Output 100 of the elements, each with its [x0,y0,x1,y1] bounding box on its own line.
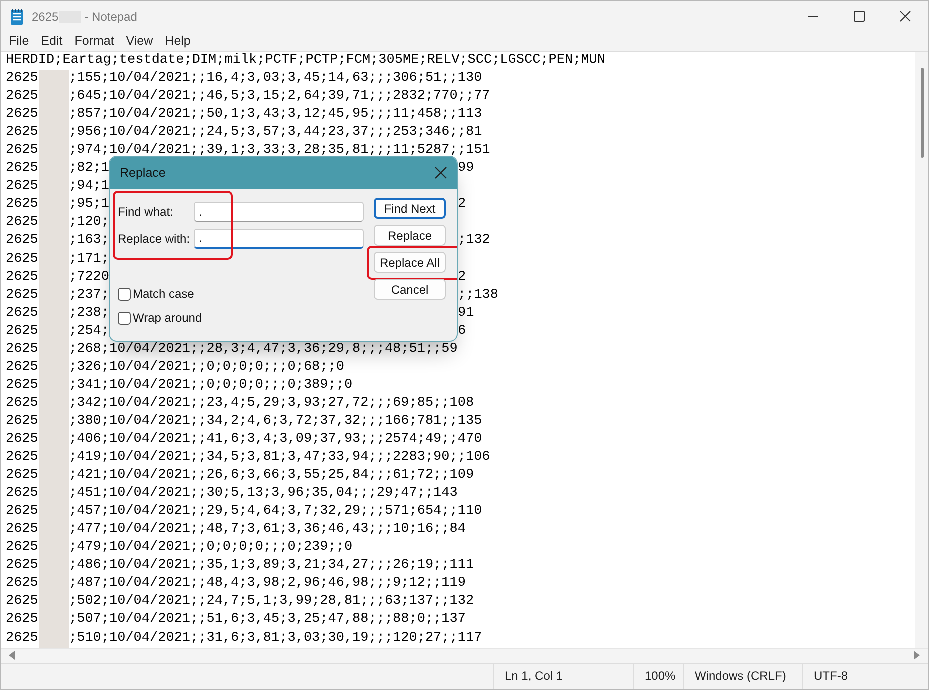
checkbox[interactable] [118,288,131,300]
checkbox[interactable] [118,312,131,324]
text-line: ;254; [69,322,110,341]
text-line: ;645;10/04/2021;;46,5;3,15;2,64;39,71;;;2832;770;;77 [69,88,490,106]
text-line: 2625 [6,376,39,395]
text-line: 2625 [6,611,39,630]
checkbox-label: Wrap around [133,311,202,325]
text-line: 2625 [6,503,39,522]
text-line: ;237; [69,286,110,305]
dialog-button[interactable]: Cancel [374,279,446,300]
text-line: 2625 [6,196,39,214]
text-line: 2625 [6,214,39,232]
text-line: 2625 [6,430,39,449]
text-line: ;7220 [69,268,110,287]
text-line: 2625 [6,160,39,178]
text-line: ;487;10/04/2021;;48,4;3,98;2,96;46,98;;;9;12;;119 [69,575,466,594]
text-line: ;479;10/04/2021;;0;0;0;0;;;0;239;;0 [69,539,353,558]
notepad-icon [10,8,24,26]
text-line: ;171; [69,250,110,269]
text-line: ;486;10/04/2021;;35,1;3,89;3,21;34,27;;;26;19;;111 [69,557,474,576]
text-line: 2625 [6,250,39,269]
menu-item[interactable]: Edit [35,32,69,51]
text-line: ;380;10/04/2021;;34,2;4,6;3,72;37,32;;;166;781;;135 [69,412,482,431]
text-line: ;94;1 [69,178,110,196]
text-line: ;95;1 [69,196,110,214]
status-item: 100% [633,664,683,689]
text-line: 2625 [6,521,39,540]
maximize-icon[interactable] [854,11,864,22]
menu-item[interactable]: View [120,32,160,51]
menu-item[interactable]: Format [68,32,120,51]
text-line: 2625 [6,124,39,142]
text-line: 2625 [6,286,39,305]
text-line: 2625 [6,630,39,648]
text-line: 2625 [6,106,39,124]
text-line: 2625 [6,178,39,196]
text-fragment: 6 [458,322,466,341]
dialog-title: Replace [120,166,166,180]
text-line: ;457;10/04/2021;;29,5;4,64;3,7;32,29;;;571;654;;110 [69,503,482,522]
field-label: Replace with: [118,232,192,246]
text-line: 2625 [6,557,39,576]
close-icon[interactable] [900,11,910,22]
menu-item[interactable]: File [3,32,36,51]
scroll-right-icon[interactable] [913,651,920,660]
text-line: 2625 [6,340,39,359]
status-item: Ln 1, Col 1 [493,664,633,689]
text-fragment: 2 [458,268,466,287]
text-line: ;163; [69,232,110,250]
text-line: ;451;10/04/2021;;30;5,13;3,96;35,04;;;29;47;;143 [69,485,458,504]
text-line: ;268;10/04/2021;;28,3;4,47;3,36;29,8;;;48;51;;59 [69,340,458,359]
scroll-left-icon[interactable] [9,651,16,660]
text-line: ;238; [69,304,110,323]
dialog-button[interactable]: Find Next [374,198,446,219]
dialog-button[interactable]: Replace [374,225,446,246]
text-line: HERDID;Eartag;testdate;DIM;milk;PCTF;PCTP;FCM;305ME;RELV;SCC;LGSCC;PEN;MUN [6,52,606,70]
text-line: 2625 [6,467,39,486]
text-line: ;120; [69,214,110,232]
text-line: ;341;10/04/2021;;0;0;0;0;;;0;389;;0 [69,376,353,395]
window-title: - Notepad [84,10,138,24]
text-line: 2625 [6,593,39,612]
status-item: Windows (CRLF) [683,664,802,689]
text-line: ;342;10/04/2021;;23,4;5,29;3,93;27,72;;;69;85;;108 [69,394,474,413]
text-line: ;507;10/04/2021;;51,6;3,45;3,25;47,88;;;88;0;;137 [69,611,466,630]
text-line: 2625 [6,412,39,431]
text-fragment: 2 [458,196,466,214]
text-line: ;857;10/04/2021;;50,1;3,43;3,12;45,95;;;11;458;;113 [69,106,482,124]
text-line: 2625 [6,304,39,323]
text-line: ;956;10/04/2021;;24,5;3,57;3,44;23,37;;;253;346;;81 [69,124,482,142]
text-line: 2625 [6,322,39,341]
text-fragment: 99 [458,160,474,178]
text-line: ;510;10/04/2021;;31,6;3,81;3,03;30,19;;;120;27;;117 [69,630,482,648]
text-line: 2625 [6,232,39,250]
text-line: ;974;10/04/2021;;39,1;3,33;3,28;35,81;;;11;5287;;151 [69,142,490,160]
checkbox-label: Match case [133,287,194,301]
text-line: 2625 [6,142,39,160]
horizontal-scrollbar[interactable] [1,648,928,663]
text-line: ;477;10/04/2021;;48,7;3,61;3,36;46,43;;;10;16;;84 [69,521,466,540]
text-fragment: ;;138 [458,286,499,305]
text-line: 2625 [6,394,39,413]
text-line: 2625 [6,88,39,106]
text-line: ;406;10/04/2021;;41,6;3,4;3,09;37,93;;;2574;49;;470 [69,430,482,449]
text-line: ;421;10/04/2021;;26,6;3,66;3,55;25,84;;;61;72;;109 [69,467,474,486]
input-field[interactable]: . [194,228,364,248]
text-line: 2625 [6,539,39,558]
text-fragment: 91 [458,304,474,323]
text-line: ;419;10/04/2021;;34,5;3,81;3,47;33,94;;;2283;90;;106 [69,449,490,468]
status-item: UTF-8 [802,664,928,689]
vertical-scrollbar[interactable] [915,52,928,648]
text-line: 2625 [6,575,39,594]
text-line: ;326;10/04/2021;;0;0;0;0;;;0;68;;0 [69,358,344,377]
text-line: ;155;10/04/2021;;16,4;3,03;3,45;14,63;;;306;51;;130 [69,70,482,88]
menu-item[interactable]: Help [159,32,197,51]
text-line: 2625 [6,268,39,287]
dialog-button[interactable]: Replace All [374,252,446,273]
text-line: 2625 [6,70,39,88]
text-line: ;82;1 [69,160,110,178]
text-line: 2625 [6,485,39,504]
close-icon[interactable] [435,167,447,179]
input-field[interactable]: . [194,202,364,222]
window-title: 2625 [32,10,59,24]
text-line: 2625 [6,358,39,377]
